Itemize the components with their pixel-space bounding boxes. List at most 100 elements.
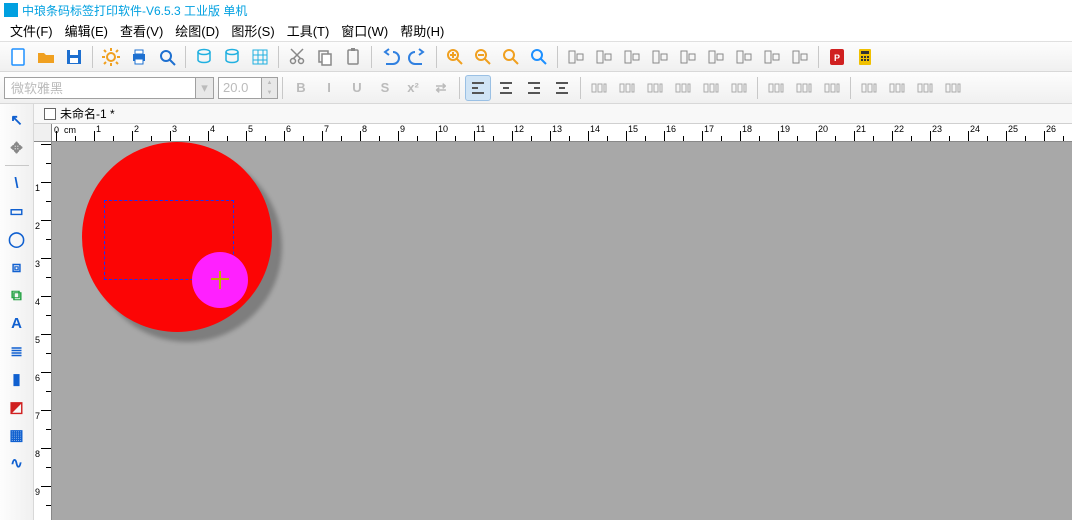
redo-icon[interactable]	[405, 44, 431, 70]
copy-icon[interactable]	[312, 44, 338, 70]
stepper-down-icon[interactable]: ▼	[262, 88, 277, 98]
ruler-horizontal[interactable]: 0cm1234567891011121314151617181920212223…	[52, 124, 1072, 142]
text-tool-icon[interactable]: A	[3, 310, 31, 336]
ruler-h-label: 10	[438, 124, 448, 134]
document-area: 未命名-1 * 0cm12345678910111213141516171819…	[34, 104, 1072, 520]
ruler-vertical[interactable]: 12345678910	[34, 142, 52, 520]
dist-h6-icon[interactable]	[726, 75, 752, 101]
menu-shape[interactable]: 图形(S)	[225, 19, 280, 42]
chevron-down-icon[interactable]: ▾	[195, 78, 213, 98]
preview-icon[interactable]	[154, 44, 180, 70]
date-tool-icon[interactable]: ⧈	[3, 254, 31, 280]
document-icon	[44, 108, 56, 120]
dist-h3-icon[interactable]	[642, 75, 668, 101]
align-obj4-icon[interactable]	[647, 44, 673, 70]
richtext-tool-icon[interactable]: ≣	[3, 338, 31, 364]
ruler-h-label: 3	[172, 124, 177, 134]
align-obj7-icon[interactable]	[731, 44, 757, 70]
ruler-v-label: 8	[35, 449, 40, 459]
ruler-h-label: 1	[96, 124, 101, 134]
menu-bar: 文件(F) 编辑(E) 查看(V) 绘图(D) 图形(S) 工具(T) 窗口(W…	[0, 20, 1072, 42]
gear-icon[interactable]	[98, 44, 124, 70]
pdf-icon[interactable]: P	[824, 44, 850, 70]
dist-h4-icon[interactable]	[670, 75, 696, 101]
ruler-h-label: 8	[362, 124, 367, 134]
open-icon[interactable]	[33, 44, 59, 70]
font-family-select[interactable]: 微软雅黑 ▾	[4, 77, 214, 99]
align-obj8-icon[interactable]	[759, 44, 785, 70]
save-icon[interactable]	[61, 44, 87, 70]
align-right-icon[interactable]	[521, 75, 547, 101]
paste-icon[interactable]	[340, 44, 366, 70]
font-size-input[interactable]: 20.0 ▲▼	[218, 77, 278, 99]
format-super-button[interactable]: x²	[400, 75, 426, 101]
ruler-h-label: 7	[324, 124, 329, 134]
align-obj5-icon[interactable]	[675, 44, 701, 70]
align-center-icon[interactable]	[493, 75, 519, 101]
align-obj1-icon[interactable]	[563, 44, 589, 70]
image-tool-icon[interactable]: ⧉	[3, 282, 31, 308]
document-tab[interactable]: 未命名-1 *	[36, 105, 123, 123]
align-left-icon[interactable]	[465, 75, 491, 101]
page1-icon[interactable]	[856, 75, 882, 101]
dist-h1-icon[interactable]	[586, 75, 612, 101]
tool-palette: ↖✥ \▭◯⧈⧉A≣▮◩▦∿	[0, 104, 34, 520]
align-obj9-icon[interactable]	[787, 44, 813, 70]
cut-icon[interactable]	[284, 44, 310, 70]
line-tool-icon[interactable]: \	[3, 170, 31, 196]
app-title: 中琅条码标签打印软件-V6.5.3 工业版 单机	[22, 2, 247, 19]
menu-edit[interactable]: 编辑(E)	[59, 19, 114, 42]
undo-icon[interactable]	[377, 44, 403, 70]
zoom-actual-icon[interactable]	[498, 44, 524, 70]
pan-tool-icon[interactable]: ✥	[3, 135, 31, 161]
format-dir-button[interactable]: ⇄	[428, 75, 454, 101]
menu-window[interactable]: 窗口(W)	[335, 19, 394, 42]
grid-data-icon[interactable]	[247, 44, 273, 70]
layout1-icon[interactable]	[763, 75, 789, 101]
canvas[interactable]	[52, 142, 1072, 520]
format-strike-button[interactable]: S	[372, 75, 398, 101]
dist-h5-icon[interactable]	[698, 75, 724, 101]
menu-view[interactable]: 查看(V)	[114, 19, 169, 42]
select-tool-icon[interactable]: ↖	[3, 107, 31, 133]
qrcode-tool-icon[interactable]: ◩	[3, 394, 31, 420]
db-gear-icon[interactable]	[219, 44, 245, 70]
app-icon	[4, 3, 18, 17]
ellipse-tool-icon[interactable]: ◯	[3, 226, 31, 252]
align-just-icon[interactable]	[549, 75, 575, 101]
print-icon[interactable]	[126, 44, 152, 70]
menu-tools[interactable]: 工具(T)	[281, 19, 336, 42]
page3-icon[interactable]	[912, 75, 938, 101]
stepper-up-icon[interactable]: ▲	[262, 78, 277, 88]
curve-tool-icon[interactable]: ∿	[3, 450, 31, 476]
align-obj6-icon[interactable]	[703, 44, 729, 70]
menu-help[interactable]: 帮助(H)	[394, 19, 450, 42]
ruler-v-label: 2	[35, 221, 40, 231]
ruler-v-label: 5	[35, 335, 40, 345]
zoom-out-icon[interactable]	[470, 44, 496, 70]
page2-icon[interactable]	[884, 75, 910, 101]
menu-file[interactable]: 文件(F)	[4, 19, 59, 42]
menu-draw[interactable]: 绘图(D)	[169, 19, 225, 42]
zoom-in-icon[interactable]	[442, 44, 468, 70]
dist-h2-icon[interactable]	[614, 75, 640, 101]
rotation-handle-icon[interactable]	[211, 271, 229, 289]
table-tool-icon[interactable]: ▦	[3, 422, 31, 448]
ruler-h-label: 16	[666, 124, 676, 134]
format-underline-button[interactable]: U	[344, 75, 370, 101]
database-icon[interactable]	[191, 44, 217, 70]
align-obj3-icon[interactable]	[619, 44, 645, 70]
layout3-icon[interactable]	[819, 75, 845, 101]
format-bold-button[interactable]: B	[288, 75, 314, 101]
zoom-fit-icon[interactable]	[526, 44, 552, 70]
new-icon[interactable]	[5, 44, 31, 70]
rounded-rect-tool-icon[interactable]: ▭	[3, 198, 31, 224]
calc-icon[interactable]	[852, 44, 878, 70]
format-italic-button[interactable]: I	[316, 75, 342, 101]
layout2-icon[interactable]	[791, 75, 817, 101]
title-bar: 中琅条码标签打印软件-V6.5.3 工业版 单机	[0, 0, 1072, 20]
barcode-tool-icon[interactable]: ▮	[3, 366, 31, 392]
page4-icon[interactable]	[940, 75, 966, 101]
align-obj2-icon[interactable]	[591, 44, 617, 70]
svg-text:P: P	[834, 53, 840, 63]
